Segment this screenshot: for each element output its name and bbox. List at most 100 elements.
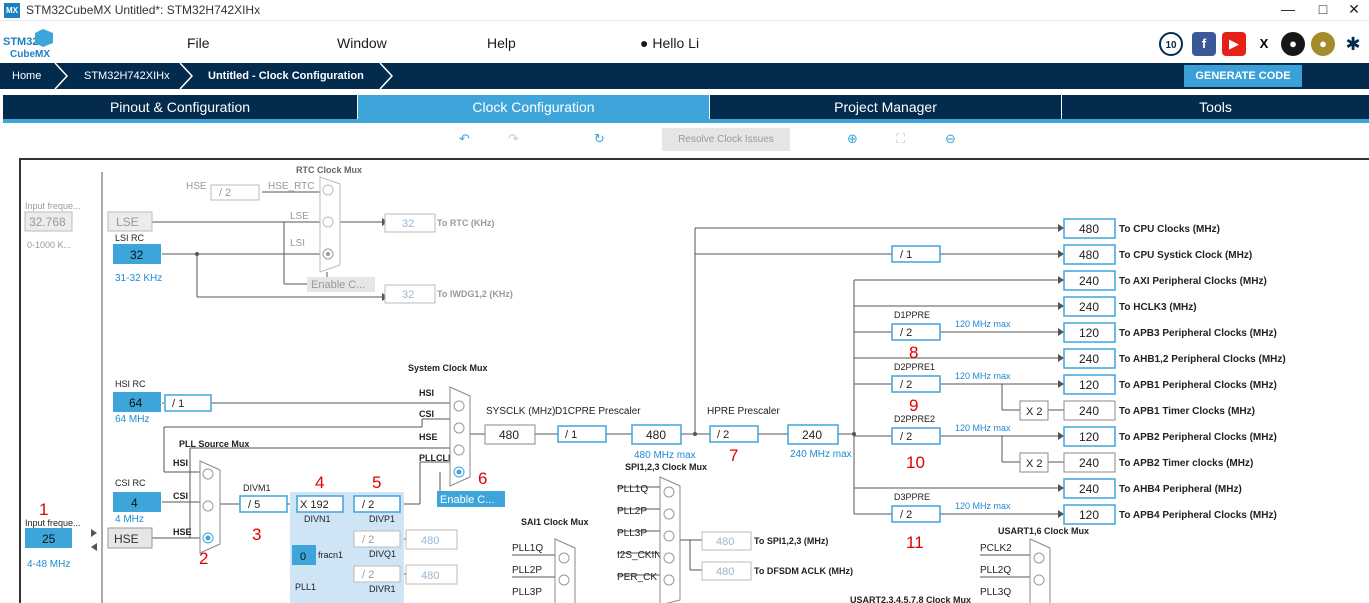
usart16-mux-title: USART1,6 Clock Mux (998, 526, 1089, 536)
hse-input-label: Input freque... (25, 518, 81, 528)
apb2-timer-multiplier: X 2 (1026, 458, 1043, 470)
spi-in-pll1q: PLL1Q (617, 484, 648, 495)
tab-pinout[interactable]: Pinout & Configuration (3, 95, 357, 119)
network-icon[interactable]: ✱ (1341, 32, 1365, 56)
window-title: STM32CubeMX Untitled*: STM32H742XIHx (26, 3, 261, 17)
youtube-icon[interactable]: ▶ (1222, 32, 1246, 56)
rtc-output-value: 32 (402, 218, 414, 230)
d2ppre2-label: D2PPRE2 (894, 414, 935, 424)
rtc-hse-rtc-label: HSE_RTC (268, 181, 315, 192)
help-menu[interactable]: Help (487, 35, 516, 51)
apb2-timer-value: 240 (1079, 456, 1099, 470)
spi-in-pll2p: PLL2P (617, 506, 647, 517)
apb4-max: 120 MHz max (955, 501, 1011, 511)
window-menu[interactable]: Window (337, 35, 387, 51)
facebook-icon[interactable]: f (1192, 32, 1216, 56)
divm1-select: / 5 (248, 499, 260, 511)
pll1-label: PLL1 (295, 582, 316, 592)
fit-icon[interactable]: ⛶ (896, 131, 905, 147)
breadcrumb-device[interactable]: STM32H742XIHx (84, 63, 170, 89)
x-icon[interactable]: X (1252, 32, 1276, 56)
systick-label: To CPU Systick Clock (MHz) (1119, 250, 1252, 261)
breadcrumb-home[interactable]: Home (12, 63, 41, 89)
csi-rc-label: CSI RC (115, 478, 146, 488)
dfsdm-output-label: To DFSDM ACLK (MHz) (754, 566, 853, 576)
hsi-rc-label: HSI RC (115, 379, 146, 389)
usart-in-pclk2: PCLK2 (980, 543, 1012, 554)
systick-value: 480 (1079, 248, 1099, 262)
d2ppre2-select: / 2 (900, 431, 912, 443)
apb2-label: To APB2 Peripheral Clocks (MHz) (1119, 432, 1277, 443)
tab-tools[interactable]: Tools (1062, 95, 1369, 119)
svg-text:CubeMX: CubeMX (10, 49, 50, 60)
divn1-select: X 192 (300, 499, 329, 511)
axi-label: To AXI Peripheral Clocks (MHz) (1119, 276, 1267, 287)
menu-bar: STM32 CubeMX File Window Help ● Hello Li… (0, 21, 1369, 63)
annotation-6: 6 (478, 469, 487, 488)
breadcrumb: Home STM32H742XIHx Untitled - Clock Conf… (0, 63, 1369, 89)
resolve-clock-issues-button[interactable]: Resolve Clock Issues (662, 128, 790, 151)
clock-tree-canvas: Input freque... 32.768 0-1000 K... LSE L… (19, 158, 1369, 603)
redo-icon[interactable]: ↷ (508, 131, 519, 147)
stm32cubemx-logo: STM32 CubeMX (3, 29, 53, 60)
d1cpre-label: D1CPRE Prescaler (555, 406, 641, 417)
divq1-select: / 2 (362, 534, 374, 546)
lse-input-value: 32.768 (29, 215, 66, 229)
spi-in-i2s: I2S_CKIN (617, 550, 661, 561)
apb1-label: To APB1 Peripheral Clocks (MHz) (1119, 380, 1277, 391)
hclk3-value: 240 (1079, 300, 1099, 314)
apb4-value: 120 (1079, 508, 1099, 522)
apb1-value: 120 (1079, 378, 1099, 392)
divq1-output: 480 (421, 535, 439, 547)
community-icon[interactable]: ● (1311, 32, 1335, 56)
spi-in-pll3p: PLL3P (617, 528, 647, 539)
divn1-label: DIVN1 (304, 514, 331, 524)
sysclk-enable-button: Enable C... (440, 494, 494, 506)
apb1-timer-label: To APB1 Timer Clocks (MHz) (1119, 406, 1255, 417)
divp1-select: / 2 (362, 499, 374, 511)
pllmux-csi-label: CSI (173, 491, 188, 501)
annotation-1: 1 (39, 500, 48, 519)
user-icon: ● (640, 35, 649, 51)
breadcrumb-current[interactable]: Untitled - Clock Configuration (208, 63, 364, 89)
divr1-output: 480 (421, 570, 439, 582)
app-icon: MX (4, 3, 20, 18)
zoom-out-icon[interactable]: ⊖ (945, 131, 956, 147)
sysmux-hse-label: HSE (419, 432, 438, 442)
sai-in-pll2p: PLL2P (512, 565, 542, 576)
d3ppre-label: D3PPRE (894, 492, 930, 502)
rtc-hse-label: HSE (186, 181, 207, 192)
rtc-output-label: To RTC (KHz) (437, 218, 494, 228)
lsi-range: 31-32 KHz (115, 273, 162, 284)
maximize-icon[interactable]: □ (1311, 1, 1335, 17)
hse-range: 4-48 MHz (27, 559, 70, 570)
ahb12-label: To AHB1,2 Peripheral Clocks (MHz) (1119, 354, 1286, 365)
anniversary-icon[interactable]: 10 (1159, 32, 1183, 56)
lsi-rc-label: LSI RC (115, 233, 145, 243)
csi-freq: 4 MHz (115, 514, 144, 525)
axi-value: 240 (1079, 274, 1099, 288)
file-menu[interactable]: File (187, 35, 210, 51)
zoom-in-icon[interactable]: ⊕ (847, 131, 858, 147)
generate-code-button[interactable]: GENERATE CODE (1184, 65, 1302, 87)
close-icon[interactable]: ✕ (1342, 1, 1366, 18)
annotation-11: 11 (906, 533, 924, 552)
hpre-output: 240 (802, 428, 822, 442)
tab-project-manager[interactable]: Project Manager (710, 95, 1061, 119)
d1ppre-label: D1PPRE (894, 310, 930, 320)
annotation-2: 2 (199, 549, 208, 568)
hsi-divider: / 1 (172, 398, 184, 410)
tab-clock[interactable]: Clock Configuration (358, 95, 709, 119)
iwdg-output-value: 32 (402, 289, 414, 301)
hclk3-label: To HCLK3 (MHz) (1119, 302, 1197, 313)
divr1-label: DIVR1 (369, 584, 396, 594)
annotation-8: 8 (909, 343, 918, 362)
user-menu[interactable]: ● Hello Li (640, 35, 699, 51)
undo-icon[interactable]: ↶ (459, 131, 470, 147)
refresh-icon[interactable]: ↻ (594, 131, 605, 147)
github-icon[interactable]: ● (1281, 32, 1305, 56)
rtc-enable-button: Enable C... (311, 279, 365, 291)
minimize-icon[interactable]: — (1276, 1, 1300, 17)
spi-output: 480 (716, 536, 734, 548)
usart2-mux-title: USART2,3,4,5,7,8 Clock Mux (850, 595, 971, 603)
